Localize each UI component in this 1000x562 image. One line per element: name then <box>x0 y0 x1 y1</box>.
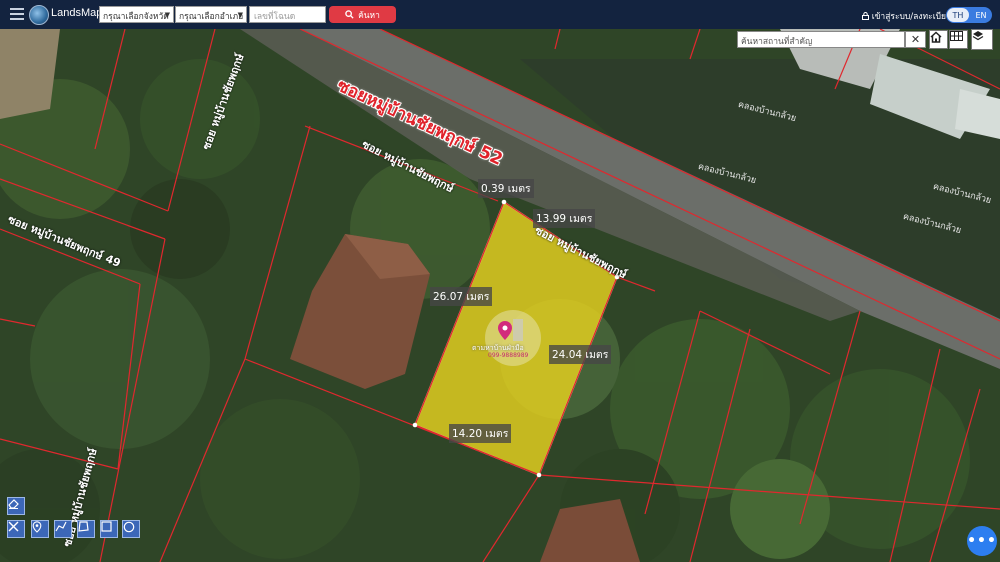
search-icon <box>345 10 354 19</box>
vertex-marker[interactable] <box>501 199 507 205</box>
search-button[interactable]: ค้นหา <box>329 6 396 23</box>
circle-icon <box>123 521 135 533</box>
chat-button[interactable]: ••• <box>967 526 997 556</box>
dimension-label-top: 0.39 เมตร <box>478 179 534 198</box>
vertex-marker[interactable] <box>536 472 542 478</box>
home-button[interactable] <box>929 30 948 49</box>
login-link[interactable]: เข้าสู่ระบบ/ลงทะเบียน <box>862 9 952 23</box>
polygon-tool-button[interactable] <box>77 520 95 538</box>
grid-icon <box>950 31 963 41</box>
home-icon <box>930 31 942 43</box>
province-select[interactable]: กรุณาเลือกจังหวัด ▼ <box>99 6 174 23</box>
lang-en-option[interactable]: EN <box>970 7 992 23</box>
eraser-tool-button[interactable] <box>7 497 25 515</box>
rectangle-tool-button[interactable] <box>100 520 118 538</box>
login-label: เข้าสู่ระบบ/ลงทะเบียน <box>871 12 952 22</box>
watermark-phone: 099-9888989 <box>488 352 529 359</box>
chevron-down-icon: ▼ <box>237 11 243 19</box>
logo-icon[interactable] <box>29 5 49 25</box>
lang-th-option[interactable]: TH <box>947 8 969 22</box>
lock-icon <box>862 12 869 20</box>
language-toggle[interactable]: TH EN <box>946 7 992 23</box>
place-search-input[interactable]: ค้นหาสถานที่สำคัญ <box>737 31 905 48</box>
map-view[interactable]: ตามหาบ้านฝ่ามือ 099-9888989 ซอยหมู่บ้านช… <box>0 29 1000 562</box>
grid-toggle-button[interactable] <box>949 30 968 49</box>
dimension-label-bottom-edge: 14.20 เมตร <box>449 424 512 443</box>
rectangle-icon <box>101 521 112 532</box>
crossed-tools-icon <box>8 521 19 532</box>
vertex-marker[interactable] <box>412 422 418 428</box>
top-bar: LandsMaps กรุณาเลือกจังหวัด ▼ กรุณาเลือกอ… <box>0 0 1000 29</box>
satellite-map[interactable] <box>0 29 1000 562</box>
circle-tool-button[interactable] <box>122 520 140 538</box>
dimension-label-right-edge: 24.04 เมตร <box>549 345 612 364</box>
polygon-icon <box>78 521 89 532</box>
search-button-label: ค้นหา <box>358 10 380 21</box>
dimension-label-road-edge: 13.99 เมตร <box>533 209 596 228</box>
menu-icon[interactable] <box>10 8 24 20</box>
clear-search-button[interactable]: ✕ <box>905 31 926 48</box>
deed-number-input[interactable]: เลขที่โฉนด <box>249 6 326 23</box>
layers-icon <box>972 31 984 41</box>
more-dots-icon: ••• <box>967 533 997 549</box>
dimension-label-left-edge: 26.07 เมตร <box>430 287 493 306</box>
layers-button[interactable] <box>971 29 993 50</box>
map-pin-icon <box>32 521 42 533</box>
district-select[interactable]: กรุณาเลือกอำเภอ ▼ <box>175 6 247 23</box>
polyline-icon <box>55 521 67 532</box>
chevron-down-icon: ▼ <box>164 11 170 19</box>
line-tool-button[interactable] <box>54 520 72 538</box>
eraser-icon <box>8 499 19 509</box>
measure-tool-button[interactable] <box>7 520 25 538</box>
marker-tool-button[interactable] <box>31 520 49 538</box>
